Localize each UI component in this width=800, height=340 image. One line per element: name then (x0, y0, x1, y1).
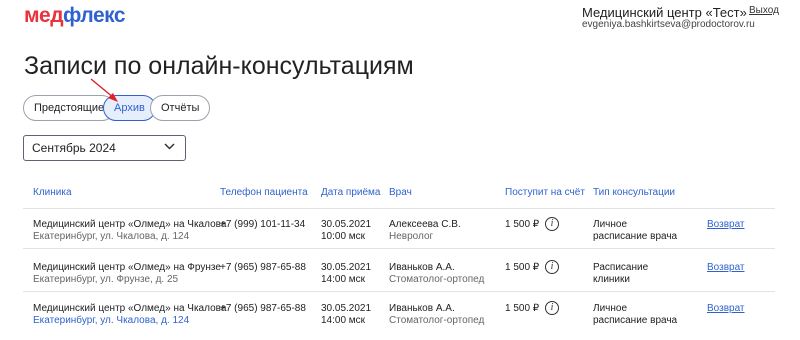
refund-link[interactable]: Возврат (707, 262, 745, 273)
annotation-arrow-icon (90, 78, 118, 102)
clinic-address: Екатеринбург, ул. Чкалова, д. 124 (33, 231, 190, 242)
clinic-name: Медицинский центр «Олмед» на Чкалова (33, 303, 227, 314)
consultation-type-line1: Личное (593, 303, 628, 314)
patient-phone: +7 (999) 101-11-34 (220, 219, 306, 230)
column-header-date: Дата приёма (321, 187, 381, 198)
doctor-specialty: Невролог (389, 231, 434, 242)
table-divider (23, 208, 775, 209)
doctor-name: Иваньков А.А. (389, 262, 455, 273)
appointment-time: 14:00 мск (321, 274, 366, 285)
clinic-address: Екатеринбург, ул. Фрунзе, д. 25 (33, 274, 179, 285)
appointment-date: 30.05.2021 (321, 303, 372, 314)
column-header-doctor: Врач (389, 187, 412, 198)
logo-part-1: мед (24, 4, 64, 27)
clinic-address-link[interactable]: Екатеринбург, ул. Чкалова, д. 124 (33, 315, 189, 326)
month-select-value: Сентябрь 2024 (32, 141, 116, 155)
table-divider (23, 291, 775, 292)
refund-link[interactable]: Возврат (707, 219, 745, 230)
column-header-type: Тип консультации (593, 187, 675, 198)
info-icon[interactable]: i (545, 301, 559, 315)
info-icon[interactable]: i (545, 217, 559, 231)
tab-reports[interactable]: Отчёты (150, 95, 211, 121)
payout-amount: 1 500 ₽ (505, 262, 540, 273)
page-title: Записи по онлайн-консультациям (24, 52, 414, 80)
consultation-type-line2: клиники (593, 274, 630, 285)
logout-link[interactable]: Выход (749, 5, 779, 16)
column-header-clinic: Клиника (33, 187, 72, 198)
consultation-type-line2: расписание врача (593, 231, 678, 242)
chevron-down-icon (164, 143, 175, 150)
payout-amount: 1 500 ₽ (505, 303, 540, 314)
appointment-time: 10:00 мск (321, 231, 366, 242)
organization-name: Медицинский центр «Тест» (582, 5, 747, 20)
clinic-name: Медицинский центр «Олмед» на Фрунзе (33, 262, 221, 273)
doctor-specialty: Стоматолог-ортопед (389, 315, 485, 326)
consultation-type-line2: расписание врача (593, 315, 678, 326)
doctor-specialty: Стоматолог-ортопед (389, 274, 485, 285)
appointment-date: 30.05.2021 (321, 262, 372, 273)
patient-phone: +7 (965) 987-65-88 (220, 262, 306, 273)
refund-link[interactable]: Возврат (707, 303, 745, 314)
doctor-name: Алексеева С.В. (389, 219, 461, 230)
consultation-type-line1: Расписание (593, 262, 649, 273)
consultation-type-line1: Личное (593, 219, 628, 230)
payout-amount: 1 500 ₽ (505, 219, 540, 230)
logo-part-2: флекс (63, 4, 126, 27)
month-select[interactable]: Сентябрь 2024 (23, 135, 186, 161)
appointment-date: 30.05.2021 (321, 219, 372, 230)
column-header-amount: Поступит на счёт (505, 187, 585, 198)
appointment-time: 14:00 мск (321, 315, 366, 326)
info-icon[interactable]: i (545, 260, 559, 274)
user-email: evgeniya.bashkirtseva@prodoctorov.ru (582, 19, 755, 30)
table-divider (23, 248, 775, 249)
patient-phone: +7 (965) 987-65-88 (220, 303, 306, 314)
doctor-name: Иваньков А.А. (389, 303, 455, 314)
medflex-logo[interactable]: медфлекс (24, 4, 126, 28)
clinic-name: Медицинский центр «Олмед» на Чкалова (33, 219, 227, 230)
column-header-phone: Телефон пациента (220, 187, 308, 198)
